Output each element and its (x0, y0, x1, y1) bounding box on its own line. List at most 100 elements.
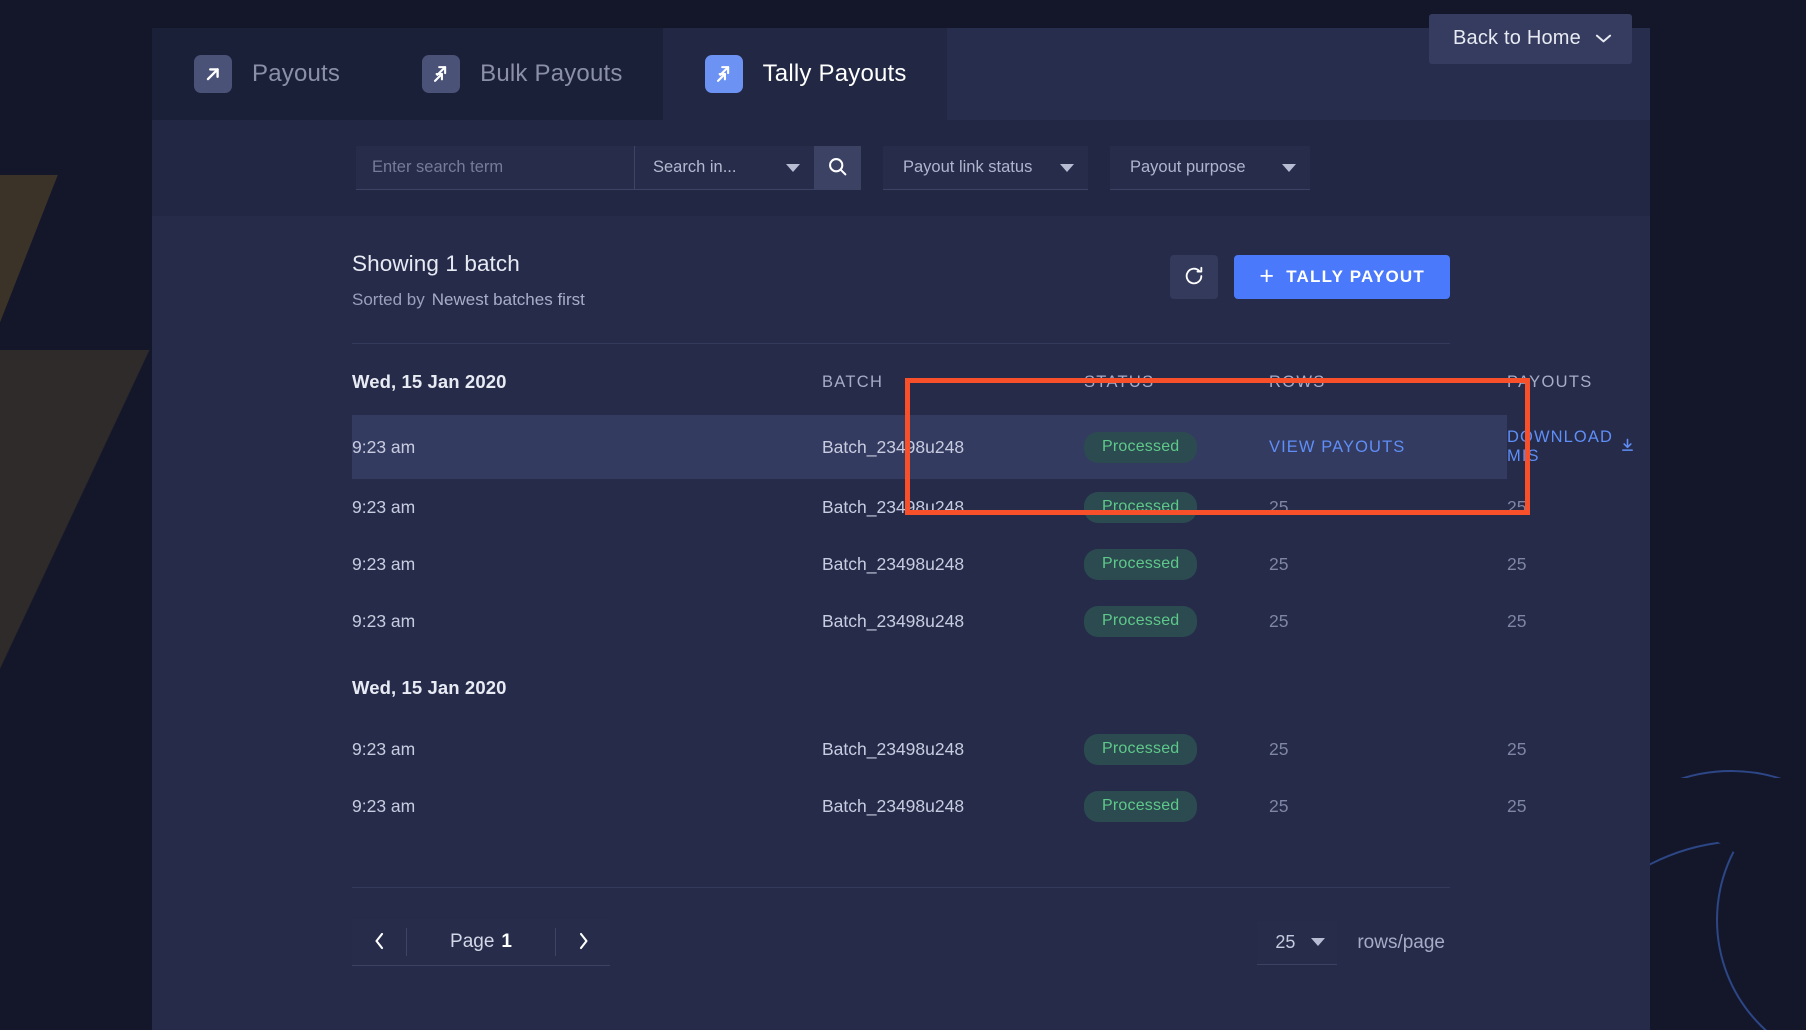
screen-root: Payouts Bulk Payouts Tally Payouts Back … (0, 0, 1806, 1030)
rows-per-page-select[interactable]: 25 (1257, 920, 1338, 965)
chevron-down-icon (786, 163, 800, 172)
tab-payouts-label: Payouts (252, 60, 341, 87)
group-date-label: Wed, 15 Jan 2020 (352, 677, 507, 698)
table-row[interactable]: 9:23 am Batch_23498u248 Processed VIEW P… (352, 415, 1633, 479)
row-time: 9:23 am (352, 611, 416, 631)
table-row[interactable]: 9:23 am Batch_23498u248 Processed 25 25 (352, 778, 1526, 835)
refresh-icon (1183, 265, 1205, 290)
search-group: Search in... (356, 146, 861, 190)
filter-bar: Search in... Payout link status (152, 120, 1650, 216)
next-page-button[interactable] (556, 919, 610, 965)
page-label: Page (450, 931, 495, 952)
row-time: 9:23 am (352, 554, 416, 574)
back-to-home-label: Back to Home (1452, 27, 1581, 49)
payout-purpose-filter[interactable]: Payout purpose (1110, 146, 1310, 190)
page-number: 1 (501, 931, 512, 952)
sorted-by: Sorted by Newest batches first (352, 290, 585, 310)
row-rows-count: 25 (1269, 796, 1289, 816)
chevron-down-icon (1311, 938, 1326, 946)
table-row[interactable]: 9:23 am Batch_23498u248 Processed 25 25 (352, 721, 1526, 778)
status-badge: Processed (1084, 492, 1198, 523)
row-batch: Batch_23498u248 (822, 497, 965, 517)
rows-per-page-label: rows/page (1357, 931, 1445, 953)
group-date: Wed, 15 Jan 2020 (352, 650, 822, 721)
table-row[interactable]: 9:23 am Batch_23498u248 Processed 25 25 (352, 536, 1526, 593)
decorative-circle-3 (1716, 770, 1806, 1030)
chevron-down-icon (1060, 163, 1074, 172)
row-batch: Batch_23498u248 (822, 739, 965, 759)
row-time: 9:23 am (352, 497, 416, 517)
download-mis-link[interactable]: DOWNLOAD MIS (1507, 428, 1634, 466)
row-rows-count: 25 (1269, 497, 1289, 517)
chevron-down-icon (1282, 163, 1296, 172)
tab-tally-payouts-label: Tally Payouts (762, 60, 907, 87)
row-payouts-count: 25 (1507, 497, 1527, 517)
plus-icon: + (1259, 261, 1276, 290)
status-badge: Processed (1084, 734, 1198, 765)
search-in-dropdown[interactable]: Search in... (634, 146, 814, 190)
app-panel: Payouts Bulk Payouts Tally Payouts Back … (152, 14, 1650, 1030)
table-row[interactable]: 9:23 am Batch_23498u248 Processed 25 25 (352, 479, 1526, 536)
chevron-down-icon (1595, 27, 1612, 50)
view-payouts-link[interactable]: VIEW PAYOUTS (1269, 438, 1405, 457)
row-rows-count: 25 (1269, 554, 1289, 574)
showing-count: Showing 1 batch (352, 251, 520, 276)
sorted-by-label: Sorted by (352, 290, 425, 309)
group-date: Wed, 15 Jan 2020 (352, 344, 822, 415)
download-mis-label: DOWNLOAD MIS (1507, 428, 1613, 465)
status-badge: Processed (1084, 549, 1198, 580)
pager: Page 1 (352, 919, 610, 966)
row-batch: Batch_23498u248 (822, 796, 965, 816)
row-payouts-count: 25 (1507, 554, 1527, 574)
tab-bulk-payouts-label: Bulk Payouts (480, 60, 623, 87)
table-group-header: Wed, 15 Jan 2020 BATCH STATUS ROWS PAYOU… (352, 344, 1591, 415)
search-in-label: Search in... (653, 158, 737, 176)
summary-actions: + TALLY PAYOUT (1170, 255, 1450, 299)
batches-table: Wed, 15 Jan 2020 BATCH STATUS ROWS PAYOU… (352, 344, 1633, 835)
summary-bar: Showing 1 batch Sorted by Newest batches … (352, 216, 1450, 310)
double-arrow-up-right-icon (422, 55, 461, 93)
row-payouts-count: 25 (1507, 796, 1527, 816)
search-button[interactable] (814, 146, 861, 190)
tab-bulk-payouts[interactable]: Bulk Payouts (380, 28, 662, 120)
row-time: 9:23 am (352, 739, 416, 759)
status-badge: Processed (1084, 791, 1198, 822)
tab-bar: Payouts Bulk Payouts Tally Payouts Back … (152, 14, 1650, 120)
arrow-up-right-icon (194, 55, 232, 93)
search-input[interactable] (356, 146, 634, 190)
row-batch: Batch_23498u248 (822, 554, 965, 574)
decorative-triangle-large (0, 350, 150, 670)
content-area: Showing 1 batch Sorted by Newest batches … (152, 216, 1650, 1030)
rows-per-page-value: 25 (1275, 931, 1296, 952)
row-batch: Batch_23498u248 (822, 611, 965, 631)
decorative-triangle-small (0, 175, 58, 323)
status-badge: Processed (1084, 431, 1198, 463)
column-header-rows: ROWS (1269, 372, 1326, 391)
tally-payout-label: TALLY PAYOUT (1286, 267, 1425, 286)
tab-payouts[interactable]: Payouts (152, 28, 380, 120)
back-to-home-button[interactable]: Back to Home (1428, 14, 1632, 64)
group-date-label: Wed, 15 Jan 2020 (352, 371, 507, 392)
payout-link-status-label: Payout link status (903, 158, 1033, 176)
status-badge: Processed (1084, 606, 1198, 637)
sorted-by-value: Newest batches first (431, 290, 585, 309)
row-time: 9:23 am (352, 436, 416, 457)
arrow-up-right-icon (704, 55, 743, 93)
table-group-header: Wed, 15 Jan 2020 (352, 650, 1507, 721)
column-header-batch: BATCH (822, 372, 884, 391)
row-payouts-count: 25 (1507, 611, 1527, 631)
column-header-payouts: PAYOUTS (1507, 372, 1593, 391)
row-payouts-count: 25 (1507, 739, 1527, 759)
search-icon (827, 156, 848, 180)
bottom-divider (352, 887, 1450, 888)
tally-payout-button[interactable]: + TALLY PAYOUT (1234, 255, 1450, 299)
column-header-status: STATUS (1084, 372, 1155, 391)
refresh-button[interactable] (1170, 255, 1219, 299)
payout-link-status-filter[interactable]: Payout link status (883, 146, 1088, 190)
previous-page-button[interactable] (352, 919, 406, 965)
row-rows-count: 25 (1269, 739, 1289, 759)
row-batch: Batch_23498u248 (822, 436, 965, 457)
pagination-bar: Page 1 25 rows/page (352, 919, 1450, 966)
tab-tally-payouts[interactable]: Tally Payouts (662, 28, 947, 120)
table-row[interactable]: 9:23 am Batch_23498u248 Processed 25 25 (352, 593, 1526, 650)
